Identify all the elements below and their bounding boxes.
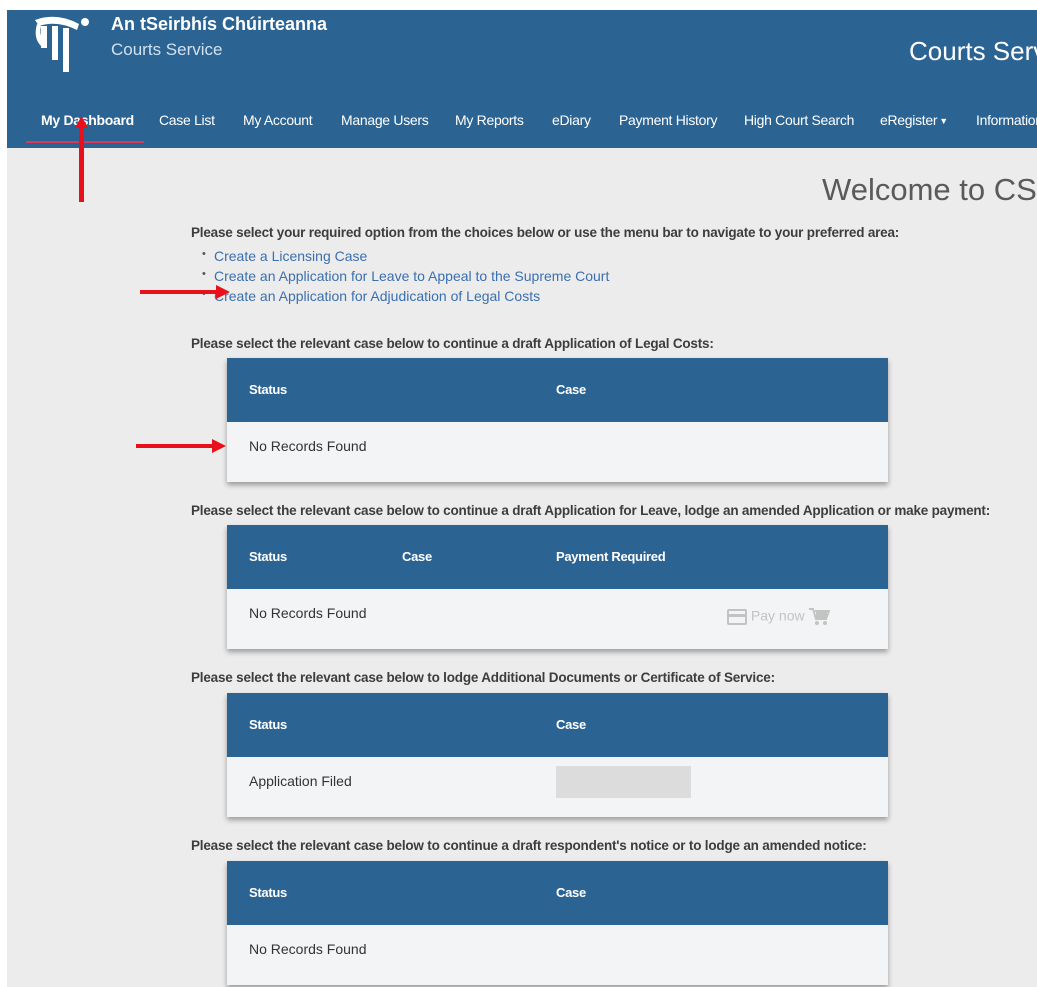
nav-eregister-dropdown[interactable]: eRegister ▼ <box>880 112 948 128</box>
column-header-status: Status <box>249 549 287 564</box>
column-header-payment-required: Payment Required <box>556 549 666 564</box>
table-row: No Records Found <box>227 422 888 482</box>
legal-costs-table: Status Case No Records Found <box>227 358 888 482</box>
annotation-arrow-right-icon <box>140 285 230 299</box>
column-header-status: Status <box>249 717 287 732</box>
nav-ediary[interactable]: eDiary <box>552 112 591 128</box>
application-for-leave-table: Status Case Payment Required No Records … <box>227 525 888 649</box>
table-header: Status Case <box>227 693 888 757</box>
shopping-cart-icon <box>809 608 831 625</box>
credit-card-icon <box>727 609 747 625</box>
caret-down-icon: ▼ <box>939 116 948 127</box>
intro-text: Please select your required option from … <box>191 225 900 240</box>
courts-harp-logo <box>35 16 89 72</box>
site-header: An tSeirbhís Chúirteanna Courts Service … <box>7 10 1037 148</box>
table-row[interactable]: Application Filed <box>227 757 888 817</box>
row-status: No Records Found <box>249 438 367 454</box>
nav-eregister-label: eRegister <box>880 112 938 128</box>
pay-now-label: Pay now <box>750 607 805 624</box>
column-header-case: Case <box>402 549 432 564</box>
list-item: Create an Application for Leave to Appea… <box>202 268 609 288</box>
nav-information-dropdown[interactable]: Information▼ <box>976 112 1037 128</box>
nav-my-account[interactable]: My Account <box>243 112 313 128</box>
table-row: No Records Found <box>227 925 888 985</box>
respondents-notice-table: Status Case No Records Found <box>227 861 888 985</box>
nav-manage-users[interactable]: Manage Users <box>341 112 429 128</box>
welcome-heading: Welcome to CSC <box>822 172 1037 207</box>
main-nav: My Dashboard Case List My Account Manage… <box>14 106 1037 146</box>
brand-title: An tSeirbhís Chúirteanna <box>111 14 328 34</box>
table-header: Status Case <box>227 861 888 925</box>
column-header-case: Case <box>556 382 586 397</box>
section-label-application-for-leave: Please select the relevant case below to… <box>191 503 991 518</box>
column-header-status: Status <box>249 382 287 397</box>
list-item: Create an Application for Adjudication o… <box>202 288 609 308</box>
section-label-legal-costs: Please select the relevant case below to… <box>191 336 714 351</box>
quick-links-list: Create a Licensing Case Create an Applic… <box>202 248 609 308</box>
annotation-arrow-right-icon <box>136 439 226 453</box>
nav-my-reports[interactable]: My Reports <box>455 112 524 128</box>
additional-documents-table: Status Case Application Filed <box>227 693 888 817</box>
table-header: Status Case Payment Required <box>227 525 888 589</box>
column-header-status: Status <box>249 885 287 900</box>
create-leave-to-appeal-link[interactable]: Create an Application for Leave to Appea… <box>214 268 609 284</box>
column-header-case: Case <box>556 717 586 732</box>
pay-now-button[interactable]: Pay now <box>727 607 831 627</box>
row-status: Application Filed <box>249 773 352 789</box>
row-status: No Records Found <box>249 605 367 621</box>
row-status: No Records Found <box>249 941 367 957</box>
list-item: Create a Licensing Case <box>202 248 609 268</box>
nav-information-label: Information <box>976 112 1037 128</box>
header-site-title: Courts Servi <box>909 36 1037 66</box>
brand-subtitle: Courts Service <box>111 40 223 59</box>
section-label-respondents-notice: Please select the relevant case below to… <box>191 838 867 853</box>
nav-case-list[interactable]: Case List <box>159 112 215 128</box>
annotation-arrow-up-icon <box>75 116 88 202</box>
nav-high-court-search[interactable]: High Court Search <box>744 112 854 128</box>
redacted-case-value <box>556 766 691 798</box>
nav-payment-history[interactable]: Payment History <box>619 112 718 128</box>
section-label-additional-documents: Please select the relevant case below to… <box>191 670 775 685</box>
create-licensing-case-link[interactable]: Create a Licensing Case <box>214 248 367 264</box>
table-row: No Records Found Pay now <box>227 589 888 649</box>
table-header: Status Case <box>227 358 888 422</box>
column-header-case: Case <box>556 885 586 900</box>
create-adjudication-legal-costs-link[interactable]: Create an Application for Adjudication o… <box>214 288 540 304</box>
